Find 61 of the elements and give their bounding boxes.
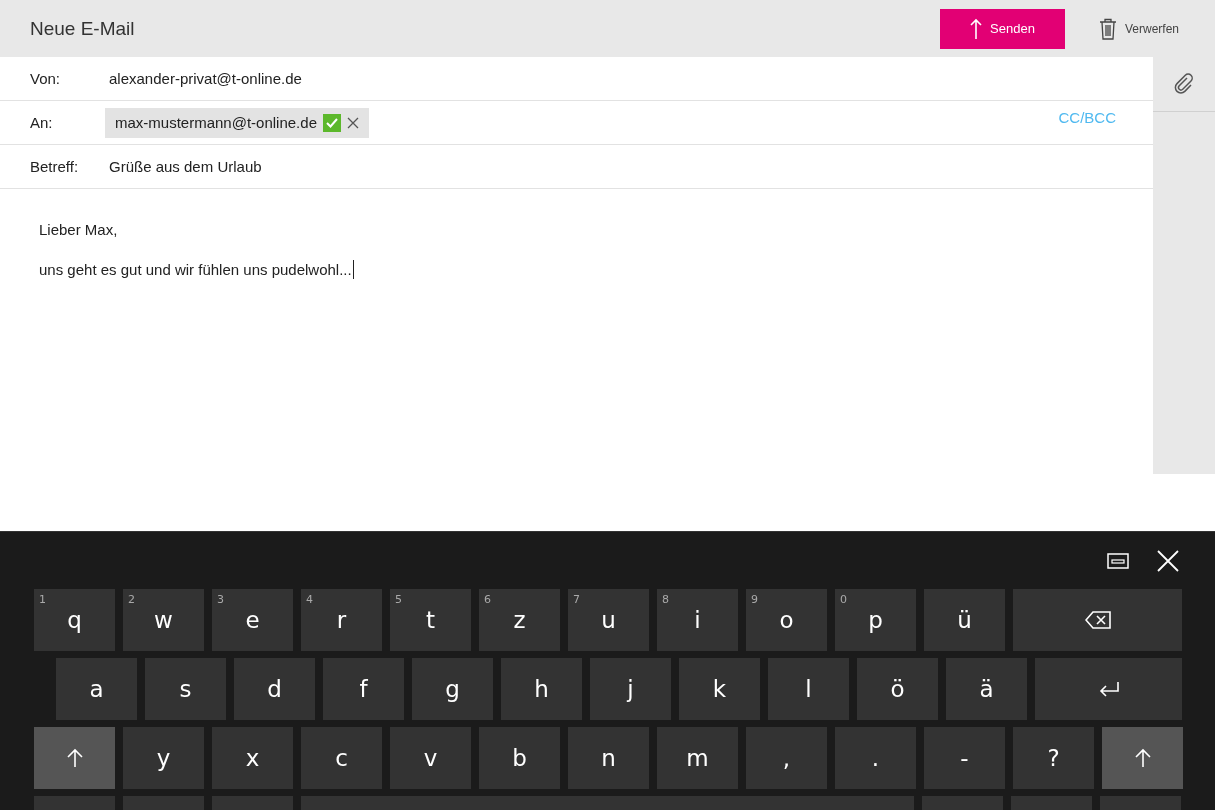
keyboard-key[interactable]: 4 r [301,589,382,651]
enter-key[interactable] [1035,658,1182,720]
keyboard-key[interactable]: 6 z [479,589,560,651]
text-cursor [352,260,354,279]
keyboard-key[interactable]: ö [857,658,938,720]
keyboard-key[interactable]: g [412,658,493,720]
keyboard-key[interactable]: 5 t [390,589,471,651]
field-label: Betreff: [30,158,80,175]
field-label: Von: [30,70,62,87]
keyboard-key[interactable]: - [924,727,1005,789]
keyboard-key[interactable]: , [746,727,827,789]
message-text[interactable]: uns geht es gut und wir fühlen uns pudelwohl... [39,261,352,278]
recipient-chip[interactable]: max-mustermann@t-online.de [105,107,369,138]
keyboard-key[interactable]: 8 i [657,589,738,651]
keyboard-key[interactable]: 2 w [123,589,204,651]
keyboard-key[interactable]: 3 e [212,589,293,651]
keyboard-key[interactable]: 1 q [34,589,115,651]
close-icon [1157,549,1179,572]
keyboard-key[interactable]: c [301,727,382,789]
enter-icon [1097,681,1120,697]
keyboard-key[interactable]: ä [946,658,1027,720]
keyboard-key[interactable]: k [679,658,760,720]
keyboard-key[interactable]: ü [924,589,1005,651]
keyboard-layout-button[interactable] [1107,552,1129,569]
keyboard-key[interactable]: n [568,727,649,789]
close-button[interactable] [1157,549,1179,572]
keyboard-key[interactable]: s [145,658,226,720]
keyboard-layout-icon [1107,552,1129,569]
backspace-key[interactable] [1013,589,1182,651]
keyboard-key[interactable]: 9 o [746,589,827,651]
field-label: An: [30,114,54,131]
keyboard-key[interactable]: a [56,658,137,720]
keyboard-key[interactable]: b [479,727,560,789]
keyboard-key[interactable]: x [212,727,293,789]
keyboard-key[interactable]: f [323,658,404,720]
keyboard-key[interactable]: m [657,727,738,789]
message-text[interactable]: Lieber Max, [39,221,118,238]
keyboard-key[interactable]: . [835,727,916,789]
keyboard-key[interactable]: l [768,658,849,720]
discard-button[interactable]: Verwerfen [1092,16,1185,41]
keyboard-key[interactable]: y [123,727,204,789]
keyboard-key[interactable]: h [501,658,582,720]
arrow-up-icon [970,17,983,40]
window-title: Neue E-Mail [30,17,136,40]
remove-icon[interactable] [347,116,359,129]
keyboard-key[interactable]: ? [1013,727,1094,789]
keyboard-key[interactable]: d [234,658,315,720]
keyboard-key[interactable]: j [590,658,671,720]
field-value[interactable]: Grüße aus dem Urlaub [109,158,262,175]
keyboard-key[interactable]: v [390,727,471,789]
paperclip-icon [1173,73,1195,95]
shift-key[interactable] [1102,727,1183,789]
shift-icon [66,748,83,768]
send-button[interactable]: Senden [939,8,1065,49]
trash-icon [1098,17,1117,40]
keyboard-key[interactable]: 7 u [568,589,649,651]
backspace-icon [1084,611,1111,629]
field-value[interactable]: alexander-privat@t-online.de [109,70,302,87]
shift-icon [1134,748,1151,768]
keyboard-key[interactable]: 0 p [835,589,916,651]
shift-key[interactable] [34,727,115,789]
